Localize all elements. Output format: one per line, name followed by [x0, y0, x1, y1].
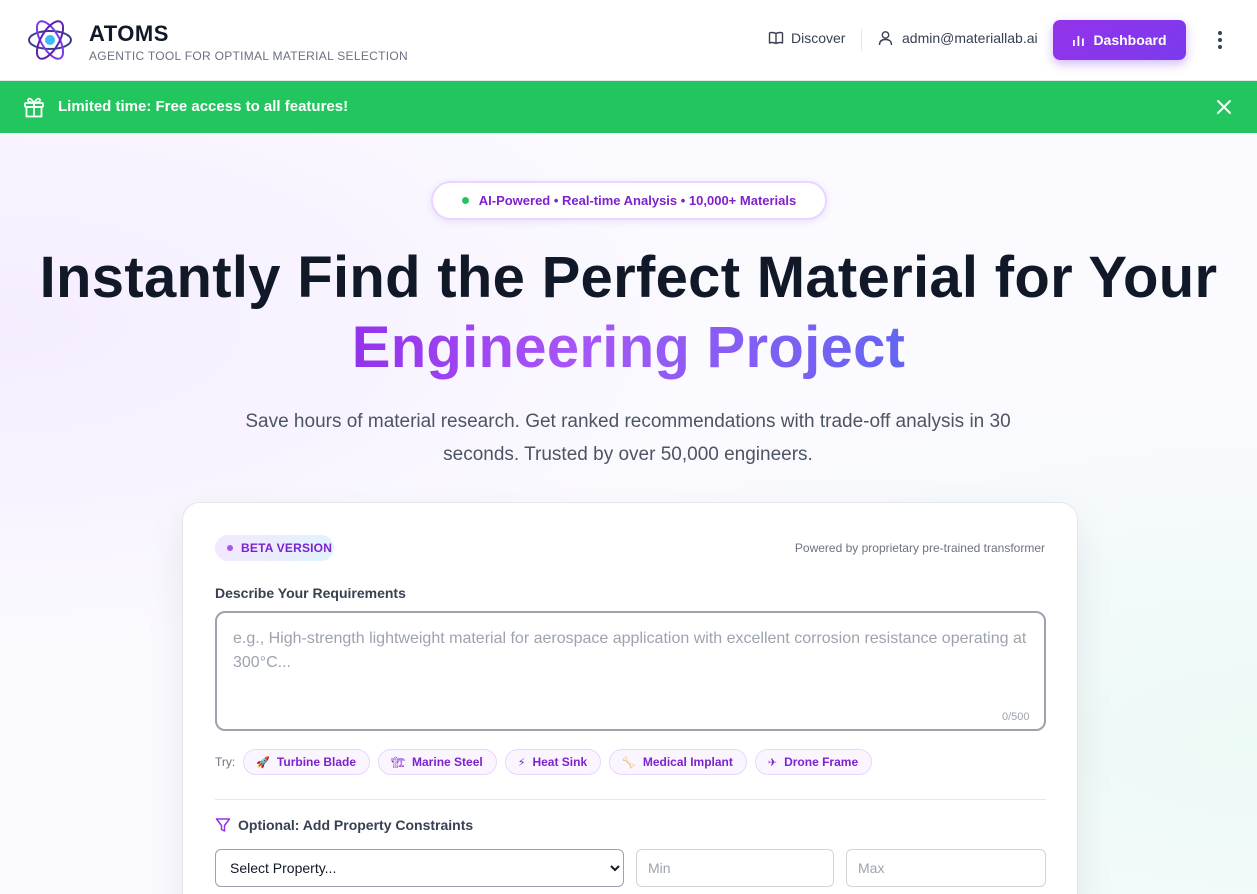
char-count: 0/500: [1002, 711, 1030, 723]
feature-pill-text: AI-Powered • Real-time Analysis • 10,000…: [478, 193, 797, 208]
constraints-toggle[interactable]: Optional: Add Property Constraints: [215, 817, 473, 833]
filter-icon: [215, 818, 231, 832]
property-select[interactable]: Select Property...: [215, 849, 624, 887]
user-account[interactable]: admin@materiallab.ai: [878, 30, 1038, 46]
close-icon[interactable]: [1214, 97, 1234, 117]
chip-label: Medical Implant: [642, 755, 733, 769]
suggestion-chip-drone-frame[interactable]: ✈ Drone Frame: [754, 749, 873, 775]
chip-label: Drone Frame: [784, 755, 859, 769]
requirements-card: BETA VERSION Powered by proprietary pre-…: [182, 502, 1078, 894]
bone-icon: 🦴: [622, 756, 636, 769]
chip-label: Heat Sink: [532, 755, 588, 769]
more-menu-icon[interactable]: [1210, 30, 1230, 50]
lightning-icon: ⚡: [517, 756, 526, 769]
hero-section: AI-Powered • Real-time Analysis • 10,000…: [0, 133, 1257, 894]
rocket-icon: 🚀: [256, 756, 270, 769]
headline-line2: Engineering Project: [0, 313, 1257, 383]
beta-label: BETA VERSION: [241, 541, 333, 555]
try-label: Try:: [215, 755, 236, 769]
top-header: ATOMS AGENTIC TOOL FOR OPTIMAL MATERIAL …: [0, 0, 1257, 81]
airplane-icon: ✈: [767, 756, 778, 769]
status-dot: [461, 197, 469, 204]
max-input[interactable]: [846, 849, 1046, 887]
promo-text: Limited time: Free access to all feature…: [58, 98, 349, 115]
brand-tagline: AGENTIC TOOL FOR OPTIMAL MATERIAL SELECT…: [89, 48, 408, 63]
dashboard-label: Dashboard: [1093, 32, 1167, 48]
nav-divider: [861, 29, 862, 51]
atom-logo-icon: [28, 20, 72, 60]
constraints-label: Optional: Add Property Constraints: [238, 817, 474, 833]
chip-label: Turbine Blade: [276, 755, 357, 769]
discover-label: Discover: [791, 30, 846, 46]
hero-subtitle: Save hours of material research. Get ran…: [245, 411, 1011, 465]
brand-name: ATOMS: [89, 20, 169, 46]
requirements-textarea[interactable]: [215, 611, 1046, 731]
discover-link[interactable]: Discover: [768, 30, 845, 46]
powered-by-text: Powered by proprietary pre-trained trans…: [794, 541, 1045, 555]
suggestion-row: Try: 🚀 Turbine Blade 🏗 Marine Steel ⚡ He…: [215, 749, 880, 775]
min-input[interactable]: [636, 849, 834, 887]
suggestion-chip-heat-sink[interactable]: ⚡ Heat Sink: [504, 749, 602, 775]
book-icon: [768, 31, 784, 45]
chip-label: Marine Steel: [412, 755, 483, 769]
headline-line1: Instantly Find the Perfect Material for …: [39, 245, 1218, 310]
gift-icon: [24, 97, 44, 118]
suggestion-chip-marine-steel[interactable]: 🏗 Marine Steel: [378, 749, 497, 775]
suggestion-chip-turbine-blade[interactable]: 🚀 Turbine Blade: [243, 749, 371, 775]
feature-pill: AI-Powered • Real-time Analysis • 10,000…: [431, 181, 827, 220]
beta-badge: BETA VERSION: [215, 535, 334, 561]
user-icon: [878, 31, 893, 46]
dashboard-button[interactable]: Dashboard: [1053, 20, 1186, 60]
card-divider: [215, 799, 1046, 800]
headline-highlight: Engineering Project: [351, 315, 906, 380]
suggestion-chip-medical-implant[interactable]: 🦴 Medical Implant: [609, 749, 747, 775]
promo-banner: Limited time: Free access to all feature…: [0, 81, 1257, 133]
requirements-label: Describe Your Requirements: [215, 585, 406, 601]
bar-chart-icon: [1073, 35, 1085, 46]
brand[interactable]: ATOMS AGENTIC TOOL FOR OPTIMAL MATERIAL …: [26, 16, 408, 64]
user-email: admin@materiallab.ai: [902, 30, 1038, 46]
crane-icon: 🏗: [391, 756, 406, 769]
